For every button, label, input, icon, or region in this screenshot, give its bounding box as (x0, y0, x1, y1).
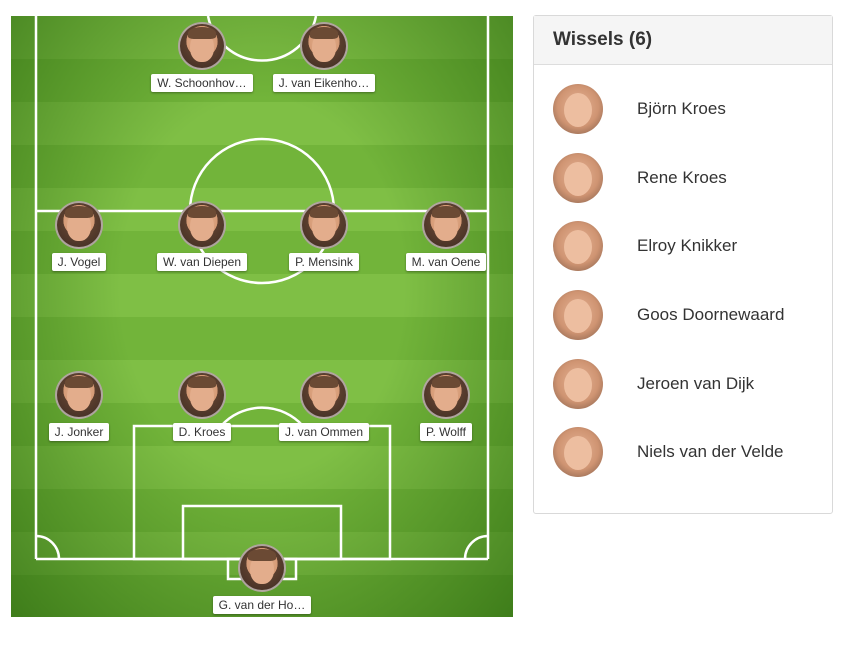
player-name: W. Schoonhov… (151, 74, 253, 92)
player-name: J. Jonker (48, 423, 110, 441)
bench-list: Björn Kroes Rene Kroes Elroy Knikker Goo… (534, 75, 832, 487)
bench-item[interactable]: Niels van der Velde (534, 418, 832, 487)
bench-avatar (553, 221, 603, 272)
player-name: P. Mensink (289, 253, 359, 271)
player-name: G. van der Ho… (212, 596, 312, 614)
player-name: J. van Ommen (278, 423, 370, 441)
player-card[interactable]: G. van der Ho… (207, 544, 317, 614)
bench-name: Rene Kroes (637, 167, 727, 187)
player-card[interactable]: W. van Diepen (147, 201, 257, 271)
player-card[interactable]: J. van Eikenho… (269, 22, 379, 92)
bench-name: Goos Doornewaard (637, 305, 785, 325)
player-avatar (178, 371, 226, 419)
bench-item[interactable]: Rene Kroes (534, 144, 832, 213)
bench-avatar (553, 358, 603, 409)
bench-item[interactable]: Elroy Knikker (534, 212, 832, 281)
player-avatar (178, 201, 226, 249)
bench-item[interactable]: Björn Kroes (534, 75, 832, 144)
player-avatar (300, 22, 348, 70)
player-avatar (300, 371, 348, 419)
player-name: W. van Diepen (156, 253, 248, 271)
bench-name: Jeroen van Dijk (637, 373, 755, 393)
bench-item[interactable]: Goos Doornewaard (534, 281, 832, 350)
player-card[interactable]: J. Vogel (24, 201, 134, 271)
player-card[interactable]: P. Mensink (269, 201, 379, 271)
player-card[interactable]: J. Jonker (24, 371, 134, 441)
bench-avatar (553, 290, 603, 341)
player-avatar (300, 201, 348, 249)
player-avatar (178, 22, 226, 70)
bench-name: Niels van der Velde (637, 442, 784, 462)
player-name: D. Kroes (172, 423, 232, 441)
bench-panel: Wissels (6) Björn Kroes Rene Kroes Elroy… (533, 15, 833, 514)
player-avatar (55, 201, 103, 249)
player-avatar (422, 371, 470, 419)
player-avatar (55, 371, 103, 419)
pitch-lines (34, 16, 490, 581)
player-card[interactable]: J. van Ommen (269, 371, 379, 441)
bench-avatar (553, 84, 603, 135)
bench-item[interactable]: Jeroen van Dijk (534, 349, 832, 418)
bench-name: Elroy Knikker (637, 236, 738, 256)
player-name: J. Vogel (51, 253, 107, 271)
bench-avatar (553, 152, 603, 203)
player-avatar (238, 544, 286, 592)
player-name: P. Wolff (419, 423, 473, 441)
bench-name: Björn Kroes (637, 99, 726, 119)
player-name: M. van Oene (405, 253, 487, 271)
player-card[interactable]: M. van Oene (391, 201, 501, 271)
player-avatar (422, 201, 470, 249)
lineup-pitch: W. Schoonhov… J. van Eikenho… J. Vogel W… (11, 16, 513, 617)
bench-avatar (553, 427, 603, 478)
player-card[interactable]: P. Wolff (391, 371, 501, 441)
player-name: J. van Eikenho… (272, 74, 376, 92)
player-card[interactable]: D. Kroes (147, 371, 257, 441)
player-card[interactable]: W. Schoonhov… (147, 22, 257, 92)
bench-title: Wissels (6) (534, 16, 832, 65)
